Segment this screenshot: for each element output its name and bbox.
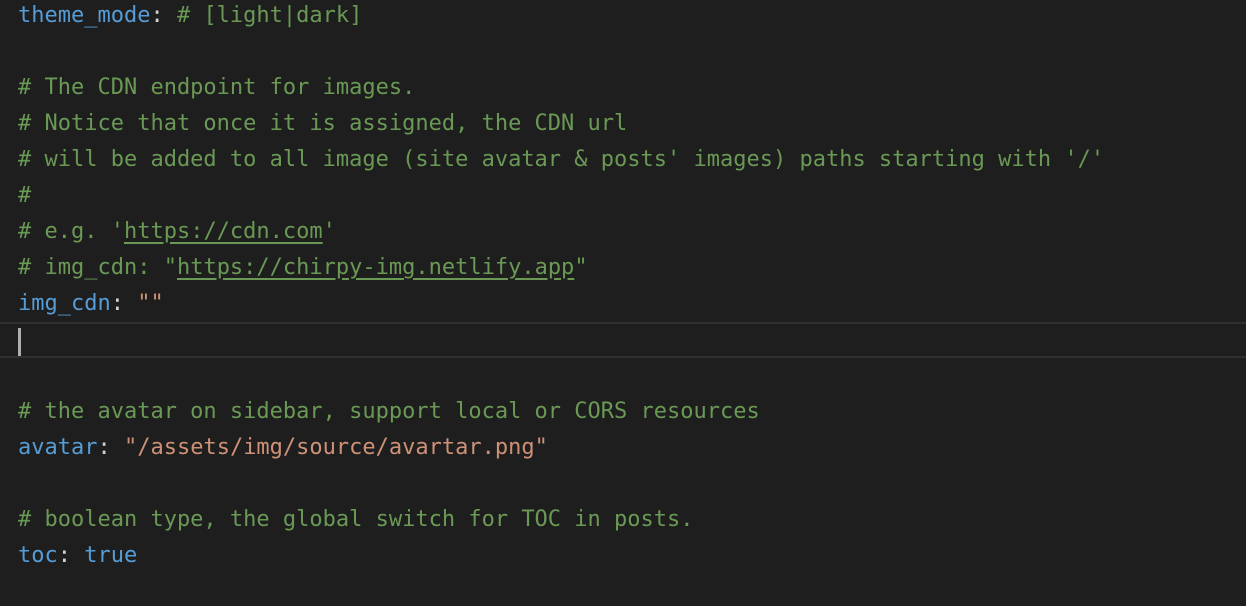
yaml-key: toc xyxy=(18,543,58,568)
yaml-comment: # img_cdn: " xyxy=(18,255,177,280)
code-line-comment[interactable]: # will be added to all image (site avata… xyxy=(0,142,1246,178)
yaml-key: theme_mode xyxy=(18,3,151,28)
code-line-comment[interactable]: # Notice that once it is assigned, the C… xyxy=(0,106,1246,142)
code-line-comment[interactable]: # boolean type, the global switch for TO… xyxy=(0,502,1246,538)
yaml-string: "" xyxy=(137,291,164,316)
yaml-comment: # Notice that once it is assigned, the C… xyxy=(18,111,628,136)
yaml-comment: " xyxy=(574,255,588,280)
yaml-comment: # [light|dark] xyxy=(163,3,363,28)
comment-link[interactable]: https://chirpy-img.netlify.app xyxy=(177,255,574,280)
yaml-separator: : xyxy=(97,435,124,460)
code-line-comment[interactable]: # The CDN endpoint for images. xyxy=(0,70,1246,106)
code-line-comment[interactable]: # xyxy=(0,178,1246,214)
yaml-comment: # The CDN endpoint for images. xyxy=(18,75,416,100)
yaml-key: img_cdn xyxy=(18,291,111,316)
code-line-theme-mode[interactable]: theme_mode: # [light|dark] xyxy=(0,0,1246,34)
yaml-key: avatar xyxy=(18,435,98,460)
code-line-comment[interactable]: # the avatar on sidebar, support local o… xyxy=(0,394,1246,430)
code-editor[interactable]: theme_mode: # [light|dark] # The CDN end… xyxy=(0,0,1246,606)
code-line-toc[interactable]: toc: true xyxy=(0,538,1246,574)
current-line-highlight[interactable] xyxy=(0,322,1246,358)
code-line-comment-link[interactable]: # e.g. 'https://cdn.com' xyxy=(0,214,1246,250)
yaml-comment: ' xyxy=(322,219,336,244)
comment-link[interactable]: https://cdn.com xyxy=(124,219,323,244)
yaml-boolean: true xyxy=(84,543,138,568)
yaml-comment: # e.g. ' xyxy=(18,219,124,244)
yaml-separator: : xyxy=(110,291,138,316)
code-line-avatar[interactable]: avatar: "/assets/img/source/avartar.png" xyxy=(0,430,1246,466)
text-cursor xyxy=(18,328,21,356)
yaml-comment: # boolean type, the global switch for TO… xyxy=(18,507,694,532)
code-line-comment-link[interactable]: # img_cdn: "https://chirpy-img.netlify.a… xyxy=(0,250,1246,286)
yaml-comment: # xyxy=(18,183,32,208)
yaml-separator: : xyxy=(57,543,85,568)
yaml-string: "/assets/img/source/avartar.png" xyxy=(123,435,548,460)
code-line-img-cdn[interactable]: img_cdn: "" xyxy=(0,286,1246,322)
yaml-comment: # the avatar on sidebar, support local o… xyxy=(18,399,760,424)
yaml-separator: : xyxy=(150,3,164,28)
yaml-comment: # will be added to all image (site avata… xyxy=(18,147,1105,172)
